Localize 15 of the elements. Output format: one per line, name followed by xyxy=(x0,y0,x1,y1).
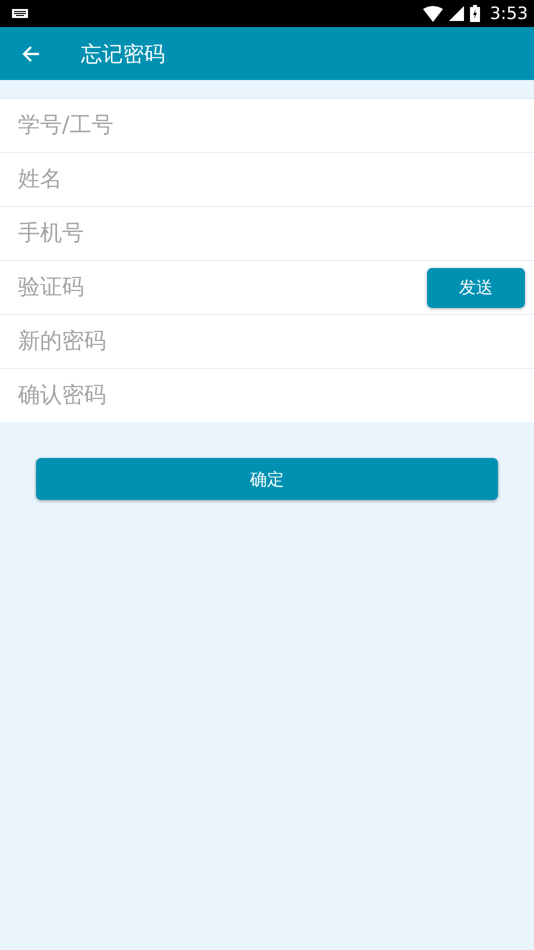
input-field[interactable]: 验证码 xyxy=(18,268,427,308)
input-field[interactable]: 新的密码 xyxy=(18,322,525,362)
input-field[interactable]: 确认密码 xyxy=(18,376,525,416)
page-title: 忘记密码 xyxy=(81,40,165,68)
signal-icon xyxy=(448,6,464,21)
battery-icon xyxy=(470,5,480,22)
status-time: 3:53 xyxy=(490,4,528,24)
keyboard-icon xyxy=(12,9,28,18)
input-field[interactable]: 学号/工号 xyxy=(18,106,525,146)
send-code-button[interactable]: 发送 xyxy=(427,268,525,308)
back-arrow-icon xyxy=(22,44,40,62)
wifi-icon xyxy=(422,6,443,22)
confirm-button[interactable]: 确定 xyxy=(36,458,498,500)
input-field[interactable]: 姓名 xyxy=(18,160,525,200)
input-field[interactable]: 手机号 xyxy=(18,214,525,254)
